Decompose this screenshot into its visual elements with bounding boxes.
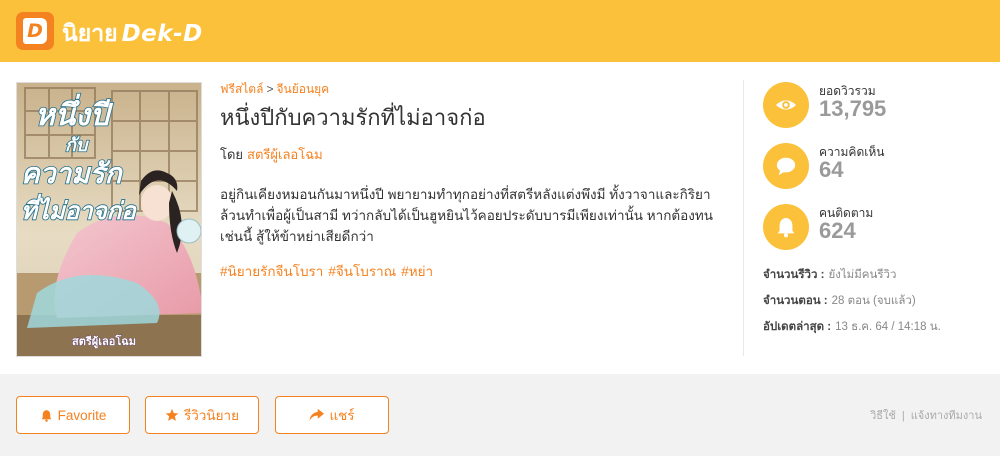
author-link[interactable]: สตรีผู้เลอโฉม [247,147,323,162]
stat-value: 624 [819,218,856,243]
favorite-label: Favorite [57,407,107,423]
site-logo-text[interactable]: นิยาย Dek-D [62,16,203,52]
info-value: 28 ตอน (จบแล้ว) [831,295,916,307]
vertical-divider [743,80,744,356]
share-button[interactable]: แชร์ [275,396,389,434]
logo-letter: D [27,20,43,42]
breadcrumb: ฟรีสไตล์ > จีนย้อนยุค [220,80,329,99]
stat-comments: ความคิดเห็น 64 [763,143,983,191]
info-value: ยังไม่มีคนรีวิว [828,269,897,281]
stat-value: 13,795 [819,96,887,121]
star-icon [165,408,179,421]
top-bar: D นิยาย Dek-D [0,0,1000,62]
stat-views: ยอดวิวรวม 13,795 [763,82,983,130]
breadcrumb-category[interactable]: ฟรีสไตล์ [220,82,263,96]
review-button[interactable]: รีวิวนิยาย [145,396,259,434]
share-icon [310,408,325,421]
share-label: แชร์ [329,408,355,423]
action-bar: Favorite รีวิวนิยาย แชร์ วิธีใช้ | แจ้งทาง… [0,374,1000,456]
cover-title-line: ที่ไม่อาจก่อ [21,193,137,225]
chapters-info: จำนวนตอน :28 ตอน (จบแล้ว) [763,292,916,310]
tag-list: #นิยายรักจีนโบรา #จีนโบราณ #หย่า [220,260,438,282]
tag-link[interactable]: #จีนโบราณ [328,264,396,279]
tag-link[interactable]: #นิยายรักจีนโบรา [220,264,323,279]
brand-en: Dek-D [121,21,203,47]
stat-value: 64 [819,157,844,182]
info-label: จำนวนตอน : [763,295,828,307]
breadcrumb-subcategory[interactable]: จีนย้อนยุค [276,82,329,96]
updated-info: อัปเดตล่าสุด :13 ธ.ค. 64 / 14:18 น. [763,318,941,336]
review-label: รีวิวนิยาย [183,408,240,423]
cover-author: สตรีผู้เลอโฉม [72,334,136,349]
info-label: จำนวนรีวิว : [763,269,825,281]
eye-icon [763,82,809,128]
brand-thai: นิยาย [62,21,118,47]
comment-icon [763,143,809,189]
stat-followers: คนติดตาม 624 [763,204,983,252]
howto-link[interactable]: วิธีใช้ [870,410,896,422]
cover-illustration: หนึ่งปี กับ ความรัก ที่ไม่อาจก่อ สตรีผู้… [17,83,201,356]
favorite-button[interactable]: Favorite [16,396,130,434]
reviews-info: จำนวนรีวิว : ยังไม่มีคนรีวิว [763,266,896,284]
cover-title-line: กับ [65,135,90,156]
link-divider: | [901,410,905,422]
story-synopsis: อยู่กินเคียงหมอนกันมาหนึ่งปี พยายามทำทุก… [220,187,713,244]
breadcrumb-separator: > [266,82,274,96]
story-panel: หนึ่งปี กับ ความรัก ที่ไม่อาจก่อ สตรีผู้… [0,62,1000,374]
tag-link[interactable]: #หย่า [401,264,433,279]
cover-title-line: ความรัก [21,157,124,190]
cover-title-line: หนึ่งปี [35,93,114,133]
bell-icon [763,204,809,250]
dekd-logo-icon[interactable]: D [16,12,54,50]
info-label: อัปเดตล่าสุด : [763,321,832,333]
book-cover-image[interactable]: หนึ่งปี กับ ความรัก ที่ไม่อาจก่อ สตรีผู้… [16,82,202,357]
story-title: หนึ่งปีกับความรักที่ไม่อาจก่อ [220,105,486,130]
info-value: 13 ธ.ค. 64 / 14:18 น. [835,321,941,333]
author-prefix: โดย [220,147,244,162]
author-line: โดย สตรีผู้เลอโฉม [220,144,323,165]
report-link[interactable]: แจ้งทางทีมงาน [911,410,982,422]
footer-links: วิธีใช้ | แจ้งทางทีมงาน [870,406,982,424]
bell-icon [41,409,51,422]
